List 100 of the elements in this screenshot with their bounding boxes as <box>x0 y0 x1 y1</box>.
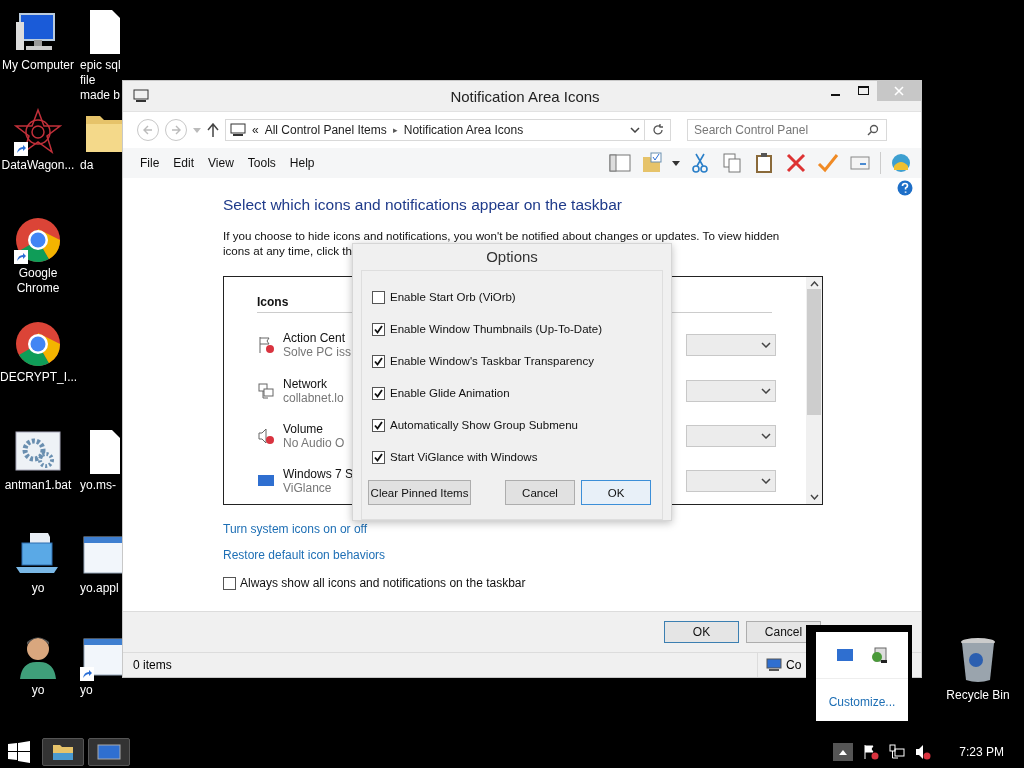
menu-item[interactable]: Help <box>282 156 322 170</box>
address-bar[interactable]: « All Control Panel Items ▸ Notification Area Icons <box>225 119 645 141</box>
scrollbar-thumb[interactable] <box>807 289 821 415</box>
icon-name: Windows 7 S <box>283 467 354 482</box>
breadcrumb-arrow[interactable]: ▸ <box>392 125 398 135</box>
windows-logo-icon[interactable] <box>8 741 30 763</box>
folder-icon <box>52 743 74 761</box>
scroll-down-icon[interactable] <box>809 494 819 500</box>
checkbox[interactable] <box>372 322 385 336</box>
icon-name: Network <box>283 376 328 391</box>
caret-icon[interactable] <box>672 160 680 166</box>
icon-detail: ViGlance <box>283 481 333 496</box>
chevron-down-icon <box>761 342 771 349</box>
desktop-icon-label[interactable]: yo.ms- <box>80 478 116 493</box>
page-heading: Select which icons and notifications appear on the taskbar <box>223 196 623 214</box>
menu-item[interactable]: View <box>201 156 241 170</box>
checkbox-label[interactable]: Always show all icons and notifications on the taskbar <box>240 576 526 590</box>
refresh-icon <box>651 124 664 136</box>
icon-detail: Solve PC iss <box>283 345 352 360</box>
checkbox[interactable] <box>223 576 236 590</box>
minimize-icon <box>830 93 840 96</box>
folder-check-icon[interactable] <box>640 152 664 174</box>
up-arrow-icon[interactable] <box>207 123 219 137</box>
breadcrumb-item[interactable]: Notification Area Icons <box>403 123 524 137</box>
speaker-icon[interactable] <box>915 744 932 760</box>
up-caret-icon <box>839 749 848 755</box>
chevron-down-icon <box>761 432 771 439</box>
screen-icon <box>257 474 275 489</box>
breadcrumb-separator[interactable]: « <box>252 123 259 137</box>
checkbox-label[interactable]: Enable Window's Taskbar Transparency <box>390 355 594 367</box>
flag-icon[interactable] <box>863 744 880 760</box>
scrollbar[interactable] <box>806 277 822 504</box>
desktop-icon-label[interactable]: DECRYPT_I... <box>0 370 76 385</box>
window-title: Notification Area Icons <box>449 87 601 105</box>
checkbox-label[interactable]: Start ViGlance with Windows <box>390 451 538 463</box>
delete-x-icon[interactable] <box>784 152 808 174</box>
dialog-button[interactable]: OK <box>664 621 739 643</box>
taskbar-app-button[interactable] <box>88 738 130 766</box>
search-field[interactable]: Search Control Panel <box>687 119 887 141</box>
customize-link[interactable]: Customize... <box>828 695 896 709</box>
breadcrumb-item[interactable]: All Control Panel Items <box>264 123 387 137</box>
checkbox[interactable] <box>372 386 385 400</box>
checkbox[interactable] <box>372 450 385 464</box>
checkbox[interactable] <box>372 354 385 368</box>
network-icon <box>257 381 275 400</box>
desktop-icon-label[interactable]: epic sql file made b <box>80 58 124 103</box>
desktop-icon-label[interactable]: yo <box>0 581 76 596</box>
globe-icon[interactable] <box>889 152 913 174</box>
menu-item[interactable]: Edit <box>166 156 202 170</box>
desktop-icon-label[interactable]: antman1.bat <box>0 478 76 493</box>
chevron-down-icon <box>630 127 640 133</box>
close-icon <box>894 86 904 96</box>
dialog-title: Options <box>485 247 539 267</box>
network-icon[interactable] <box>889 744 906 760</box>
desktop-icon-label[interactable]: da <box>80 158 94 173</box>
desktop-icon-label[interactable]: Recycle Bin <box>940 688 1016 703</box>
status-zone-text: Co <box>786 658 802 672</box>
help-icon[interactable] <box>897 180 913 196</box>
desktop-icon-label[interactable]: yo <box>0 683 76 698</box>
screen-icon <box>97 744 121 760</box>
menu-item[interactable]: File <box>133 156 167 170</box>
taskbar-app-button[interactable] <box>42 738 84 766</box>
chevron-down-icon <box>761 478 771 485</box>
icon-detail: No Audio O <box>283 435 345 450</box>
refresh-button[interactable] <box>645 119 671 141</box>
show-hidden-icons-button[interactable] <box>833 743 854 761</box>
scroll-up-icon[interactable] <box>809 281 819 287</box>
layout-pane-icon[interactable] <box>608 152 632 174</box>
chevron-down-icon <box>761 387 771 394</box>
computer-icon <box>133 89 149 103</box>
app-status-icon[interactable] <box>871 647 887 663</box>
link[interactable]: Restore default icon behaviors <box>223 548 921 562</box>
link[interactable]: Turn system icons on or off <box>223 522 921 536</box>
dialog-button[interactable]: Clear Pinned Items <box>368 480 471 505</box>
menu-item[interactable]: Tools <box>240 156 283 170</box>
checkbox[interactable] <box>372 418 385 432</box>
computer-icon <box>230 123 246 137</box>
clock[interactable]: 7:23 PM <box>959 745 1004 759</box>
maximize-icon <box>857 86 869 96</box>
desktop-icon-label[interactable]: Google Chrome <box>0 266 76 296</box>
checkbox[interactable] <box>372 290 385 304</box>
forward-arrow-icon <box>171 125 181 135</box>
computer-icon <box>766 658 782 672</box>
speaker-icon <box>257 426 275 445</box>
checkmark-icon[interactable] <box>816 152 840 174</box>
dialog-button[interactable]: Cancel <box>505 480 575 505</box>
desktop-icon-label[interactable]: yo <box>80 683 93 698</box>
desktop-icon-label[interactable]: DataWagon... <box>0 158 76 173</box>
desktop-icon-label[interactable]: My Computer <box>0 58 76 73</box>
search-icon[interactable] <box>867 124 879 136</box>
desktop-icon-label[interactable]: yo.appl <box>80 581 119 596</box>
checkbox-label[interactable]: Enable Window Thumbnails (Up-To-Date) <box>390 323 602 335</box>
icon-name: Volume <box>283 421 325 436</box>
icon-detail: collabnet.lo <box>283 390 344 405</box>
trash-bin-icon <box>958 636 998 684</box>
icon-name: Action Cent <box>283 331 347 346</box>
dialog-button[interactable]: OK <box>581 480 651 505</box>
checkbox-label[interactable]: Automatically Show Group Submenu <box>390 419 578 431</box>
checkbox-label[interactable]: Enable Glide Animation <box>390 387 510 399</box>
status-text: 0 items <box>133 658 172 672</box>
